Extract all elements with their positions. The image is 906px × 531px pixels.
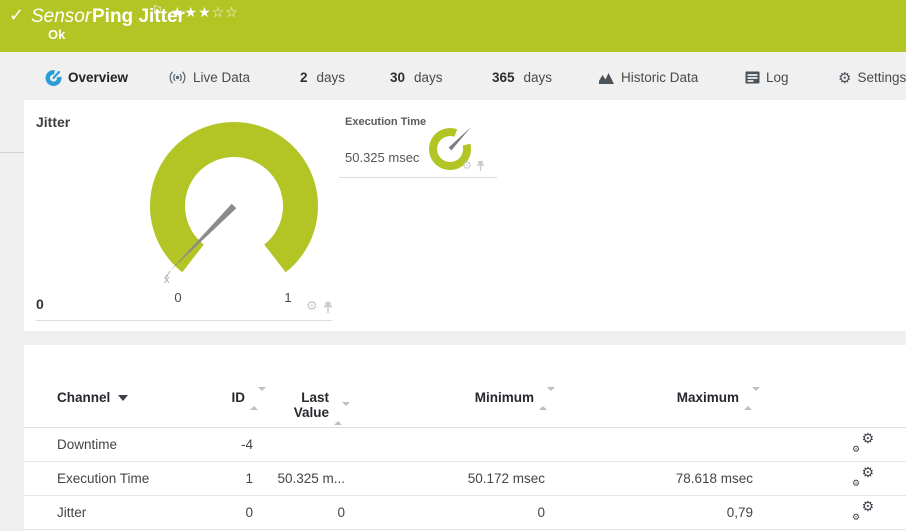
tab-log[interactable]: Log	[745, 65, 789, 90]
tab-2-days-number: 2	[300, 70, 308, 85]
tab-overview[interactable]: Overview	[45, 65, 128, 90]
column-header-maximum[interactable]: Maximum	[557, 345, 762, 428]
channel-id-cell: 1	[225, 461, 268, 496]
channel-minimum-cell: 50.172 msec	[352, 461, 557, 496]
channel-name-cell[interactable]: Execution Time	[24, 461, 225, 496]
sensor-status-badge: Ok	[48, 27, 66, 42]
channels-table-header-row: Channel ID Last Value Minimum Maximum	[24, 345, 906, 428]
tab-365-days-number: 365	[492, 70, 515, 85]
jitter-scale-max: 1	[284, 290, 292, 305]
channel-name-cell[interactable]: Jitter	[24, 495, 225, 530]
channel-maximum-cell	[557, 427, 762, 462]
channel-minimum-cell	[352, 427, 557, 462]
gear-icon: ⚙	[838, 68, 852, 87]
stars-empty[interactable]: ☆☆	[212, 5, 239, 21]
tab-365-days-label: days	[523, 70, 553, 85]
log-list-icon	[745, 71, 760, 84]
tab-settings[interactable]: ⚙ Settings	[838, 65, 906, 90]
sort-toggle-icon[interactable]	[744, 386, 760, 410]
sort-toggle-icon[interactable]	[250, 386, 266, 410]
jitter-gauge-title: Jitter	[36, 114, 71, 130]
channel-settings-gears-icon[interactable]: ⚙ ⚙	[852, 465, 874, 489]
broadcast-icon	[169, 71, 186, 84]
channel-settings-gears-icon[interactable]: ⚙ ⚙	[852, 499, 874, 523]
tab-settings-label: Settings	[857, 70, 906, 85]
gauge-icon	[45, 69, 62, 86]
sort-toggle-icon[interactable]	[334, 401, 350, 425]
tab-log-label: Log	[766, 70, 789, 85]
priority-flag-icon[interactable]: ⚐	[152, 3, 163, 17]
tab-30-days-number: 30	[390, 70, 406, 85]
tab-live-data[interactable]: Live Data	[168, 65, 250, 90]
jitter-current-value: 0	[36, 296, 44, 312]
sort-toggle-icon[interactable]	[539, 386, 555, 410]
column-header-id-label: ID	[231, 390, 246, 405]
execution-time-value: 50.325 msec	[345, 150, 420, 165]
jitter-gauge-pin-icon[interactable]	[323, 301, 333, 314]
execution-time-gear-icon[interactable]: ⚙	[462, 159, 472, 172]
channel-last-value-cell: 0	[268, 495, 352, 530]
channel-minimum-cell: 0	[352, 495, 557, 530]
column-header-id[interactable]: ID	[225, 345, 268, 428]
channel-last-value-cell	[268, 427, 352, 462]
execution-time-pin-icon[interactable]	[476, 160, 485, 172]
column-header-minimum-label: Minimum	[474, 390, 534, 405]
jitter-gauge-gear-icon[interactable]: ⚙	[306, 299, 318, 314]
channel-name-cell[interactable]: Downtime	[24, 427, 225, 462]
column-header-channel-label: Channel	[57, 390, 111, 405]
status-ok-check-icon: ✓	[9, 5, 25, 26]
channel-id-cell: -4	[225, 427, 268, 462]
tab-30-days[interactable]: 30 days	[390, 65, 443, 90]
sensor-header-bar: ✓ Sensor Ping Jitter ⚐ ★★★☆☆ Ok	[0, 0, 906, 52]
channel-last-value-cell: 50.325 m...	[268, 461, 352, 496]
jitter-footer-divider	[36, 320, 332, 321]
area-chart-icon	[599, 72, 614, 84]
channel-maximum-cell: 78.618 msec	[557, 461, 762, 496]
priority-stars[interactable]: ★★★☆☆	[171, 5, 239, 21]
tab-2-days[interactable]: 2 days	[300, 65, 345, 90]
channel-row-downtime[interactable]: Downtime -4 ⚙ ⚙	[24, 427, 906, 462]
tab-overview-label: Overview	[68, 70, 129, 85]
execution-time-footer-divider	[339, 177, 497, 178]
channel-row-jitter[interactable]: Jitter 0 0 0 0,79 ⚙ ⚙	[24, 495, 906, 530]
gauges-panel: Jitter x̄ 0 1 0 ⚙ Execution Time 50.325 …	[24, 100, 906, 331]
channel-settings-gears-icon[interactable]: ⚙ ⚙	[852, 431, 874, 455]
column-header-minimum[interactable]: Minimum	[352, 345, 557, 428]
channels-panel: Channel ID Last Value Minimum Maximum Do…	[24, 345, 906, 531]
tab-historic-data[interactable]: Historic Data	[598, 65, 698, 90]
channel-row-execution-time[interactable]: Execution Time 1 50.325 m... 50.172 msec…	[24, 461, 906, 496]
channels-table: Channel ID Last Value Minimum Maximum Do…	[24, 345, 906, 530]
column-header-maximum-label: Maximum	[676, 390, 739, 405]
tab-bar: Overview Live Data 2 days 30 days 365 da…	[0, 62, 906, 153]
tab-live-data-label: Live Data	[193, 70, 251, 85]
column-header-channel[interactable]: Channel	[24, 345, 225, 428]
jitter-mean-marker: x̄	[164, 274, 170, 286]
channel-maximum-cell: 0,79	[557, 495, 762, 530]
channel-id-cell: 0	[225, 495, 268, 530]
tab-2-days-label: days	[316, 70, 346, 85]
sensor-kind-label: Sensor	[31, 6, 92, 27]
jitter-gauge	[150, 121, 318, 280]
jitter-scale-min: 0	[174, 290, 182, 305]
execution-time-gauge-title: Execution Time	[345, 116, 427, 128]
stars-filled[interactable]: ★★★	[171, 5, 212, 21]
tab-historic-data-label: Historic Data	[621, 70, 699, 85]
sort-desc-icon	[118, 395, 129, 402]
column-header-last-value-label: Last Value	[293, 390, 329, 420]
column-header-last-value[interactable]: Last Value	[268, 345, 352, 428]
tab-30-days-label: days	[414, 70, 443, 85]
column-header-actions	[762, 345, 906, 428]
tab-365-days[interactable]: 365 days	[492, 65, 552, 90]
